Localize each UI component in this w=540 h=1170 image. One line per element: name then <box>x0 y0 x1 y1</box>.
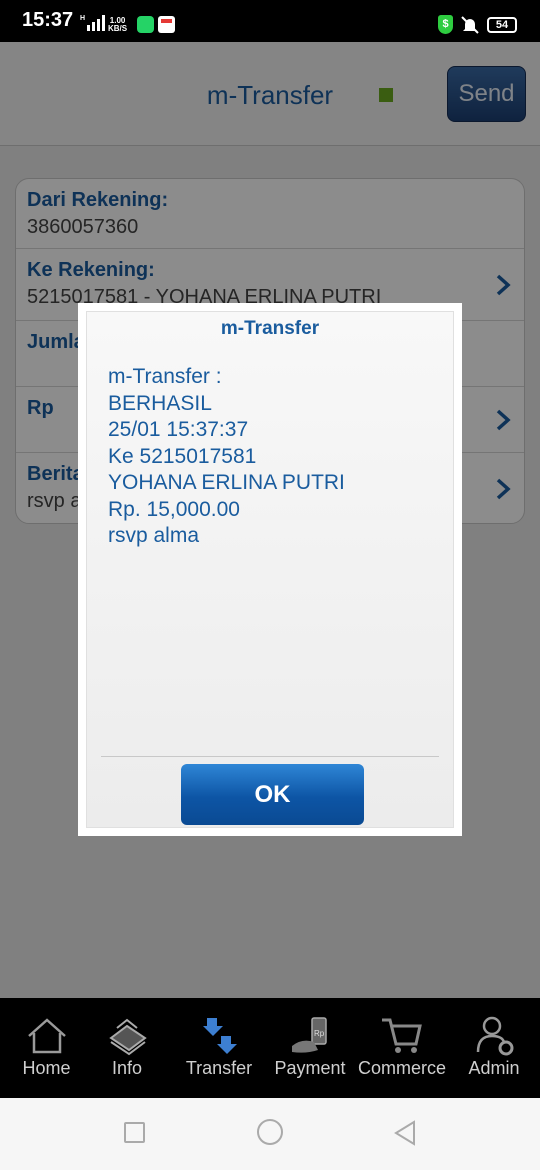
transfer-icon <box>203 1018 237 1054</box>
dialog-line: 25/01 15:37:37 <box>108 418 249 441</box>
whatsapp-icon <box>137 16 154 33</box>
payment-icon: Rp <box>292 1017 327 1053</box>
dialog-line: m-Transfer : <box>108 365 222 388</box>
info-book-icon <box>109 1018 147 1056</box>
nav-payment-label: Payment <box>274 1058 346 1078</box>
dialog-line: rsvp alma <box>108 524 200 547</box>
shield-icon: $ <box>438 15 453 34</box>
nav-home-label: Home <box>22 1058 71 1078</box>
nav-commerce[interactable]: Commerce <box>354 998 450 1098</box>
status-bar: 15:37 H 1.00 KB/S $ 54 <box>0 0 540 42</box>
mute-icon <box>461 16 479 34</box>
calendar-icon <box>158 16 175 33</box>
dialog-line: BERHASIL <box>108 391 212 415</box>
nav-commerce-label: Commerce <box>357 1058 446 1078</box>
nav-home[interactable]: Home <box>0 998 93 1098</box>
ok-button[interactable]: OK <box>181 764 364 825</box>
nav-info-label: Info <box>111 1058 143 1078</box>
nav-admin-label: Admin <box>468 1058 520 1078</box>
status-time: 15:37 <box>22 9 74 31</box>
signal-icon: H <box>80 15 105 31</box>
nav-transfer-label: Transfer <box>185 1058 253 1078</box>
result-dialog: m-Transfer m-Transfer : BERHASIL 25/01 1… <box>78 303 462 836</box>
nav-info[interactable]: Info <box>93 998 161 1098</box>
net-speed-unit: KB/S <box>108 24 128 33</box>
nav-transfer[interactable]: Transfer <box>175 998 263 1098</box>
svg-text:Rp: Rp <box>314 1029 325 1038</box>
admin-icon <box>476 1016 514 1056</box>
dialog-line: Rp. 15,000.00 <box>108 497 240 521</box>
svg-text:H: H <box>80 15 85 22</box>
back-icon[interactable] <box>393 1120 417 1146</box>
recents-icon[interactable] <box>124 1122 145 1143</box>
nav-admin[interactable]: Admin <box>460 998 528 1098</box>
dialog-title: m-Transfer <box>220 318 320 339</box>
bottom-nav: Home Info Transfer Rp Payment Commerce A… <box>0 998 540 1098</box>
home-circle-icon[interactable] <box>257 1119 283 1145</box>
battery-icon: 54 <box>487 17 517 33</box>
dialog-divider <box>101 756 439 757</box>
nav-payment[interactable]: Rp Payment <box>272 998 348 1098</box>
net-speed: 1.00 KB/S <box>108 17 127 33</box>
dialog-line: YOHANA ERLINA PUTRI <box>108 471 345 494</box>
dialog-body: m-Transfer m-Transfer : BERHASIL 25/01 1… <box>86 311 454 828</box>
cart-icon <box>382 1018 422 1053</box>
home-icon <box>27 1018 66 1054</box>
dialog-line: Ke 5215017581 <box>108 444 257 468</box>
system-nav-bar <box>0 1098 540 1170</box>
dialog-message: m-Transfer : BERHASIL 25/01 15:37:37 Ke … <box>108 364 345 550</box>
